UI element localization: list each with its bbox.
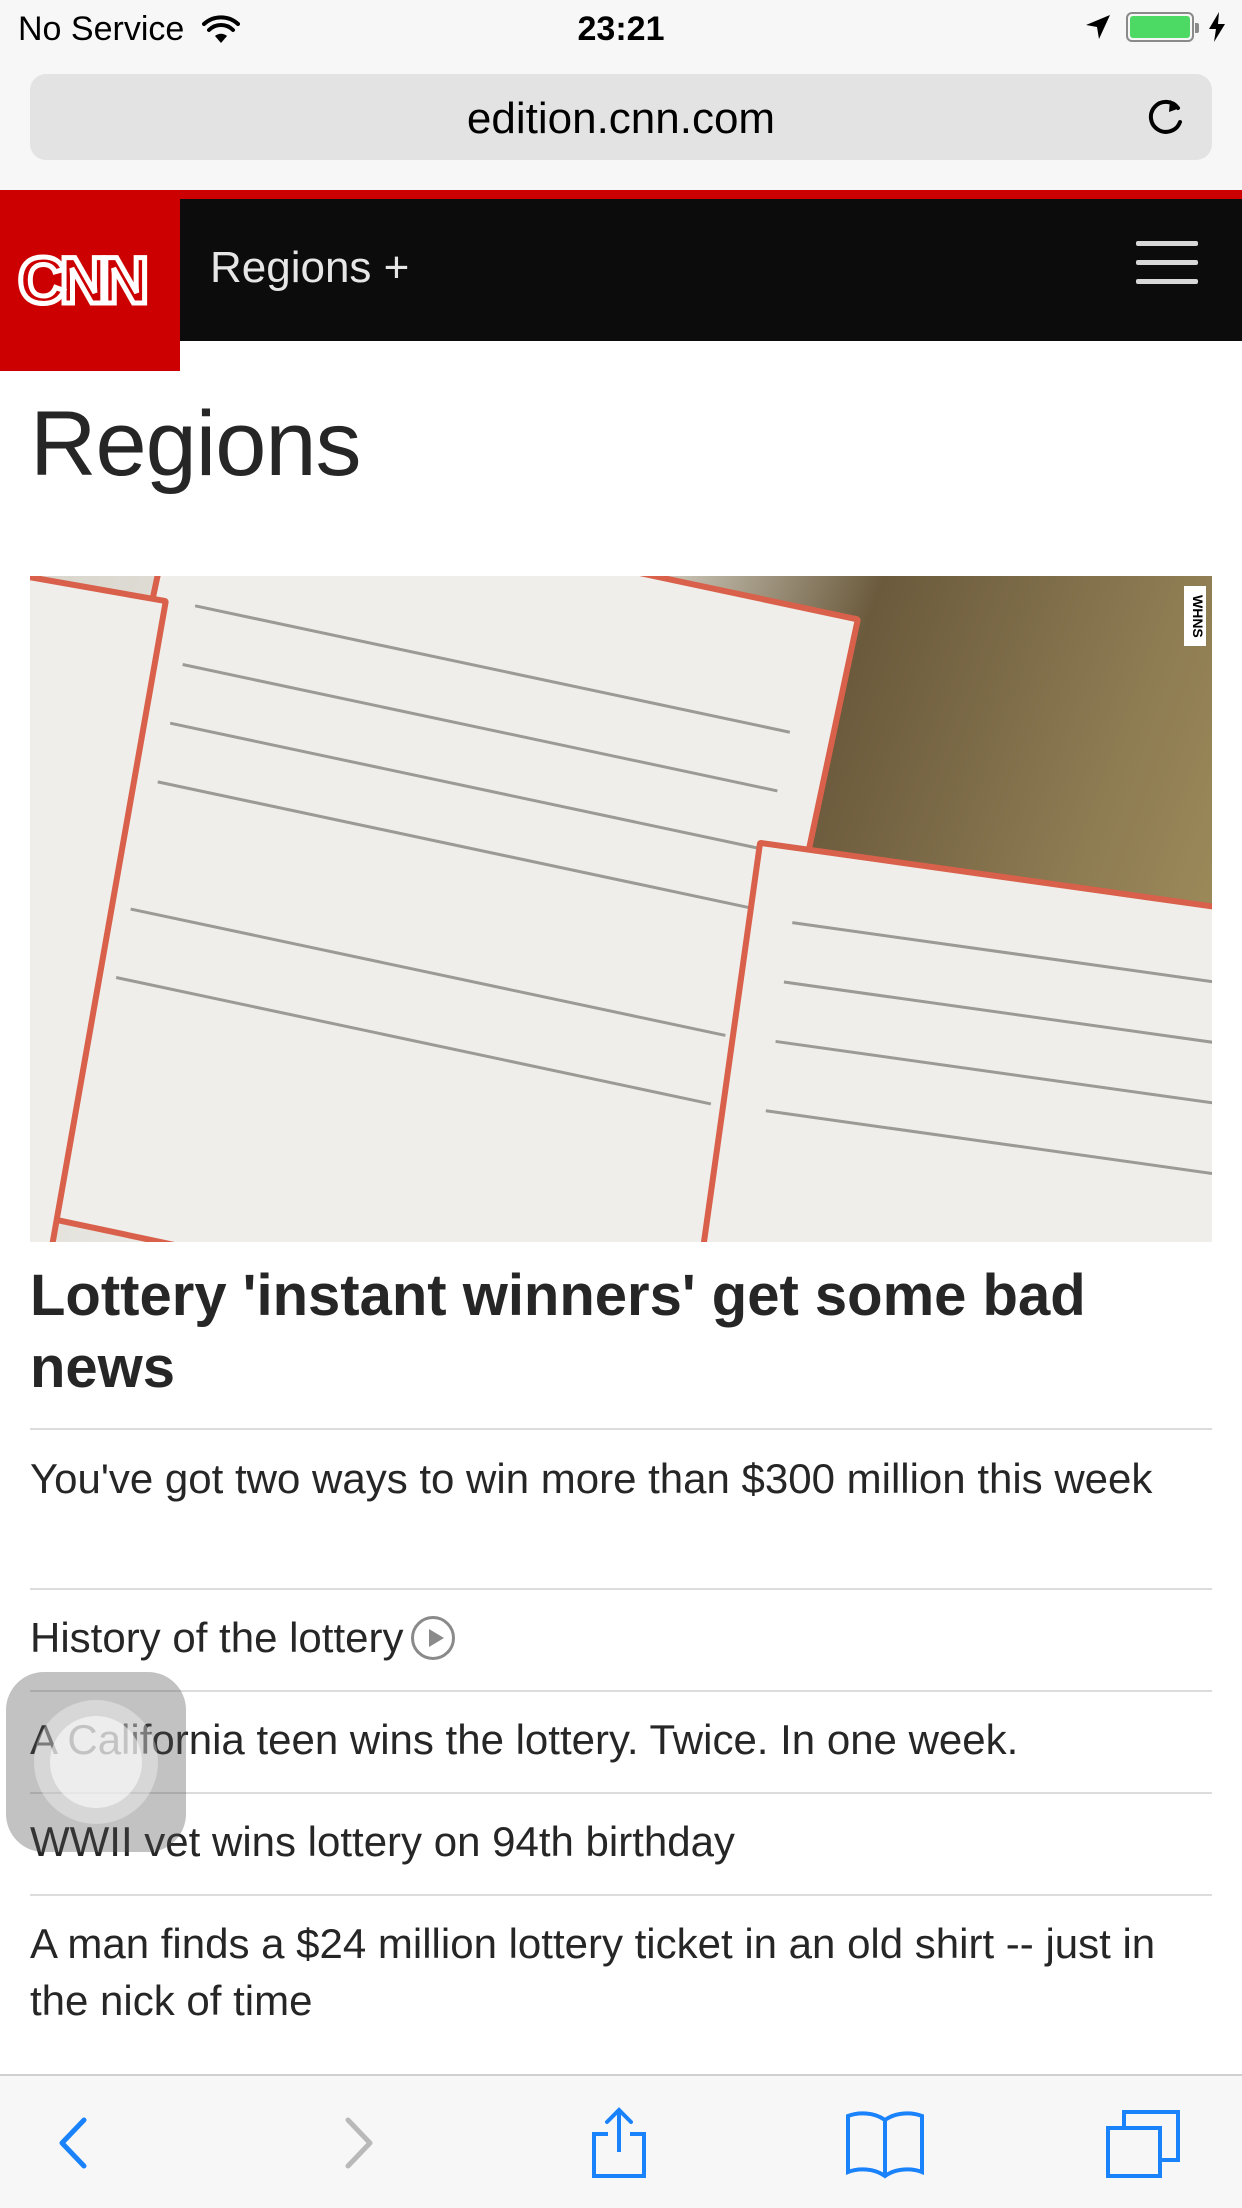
- ticket-text-line: [194, 604, 791, 734]
- svg-text:CNN: CNN: [18, 243, 145, 317]
- ticket-text-line: [169, 721, 766, 852]
- address-bar[interactable]: edition.cnn.com: [30, 74, 1212, 160]
- headline[interactable]: Lottery 'instant winners' get some bad n…: [30, 1260, 1212, 1404]
- list-item[interactable]: History of the lottery: [30, 1609, 1212, 1666]
- site-nav-bar: Regions +: [0, 199, 1242, 341]
- link-label[interactable]: A man finds a $24 million lottery ticket…: [30, 1920, 1155, 2024]
- status-bar: No Service 23:21: [0, 0, 1242, 62]
- list-item[interactable]: WWII vet wins lottery on 94th birthday: [30, 1813, 1212, 1870]
- lottery-ticket-image: [687, 839, 1212, 1242]
- ticket-text-line: [130, 907, 726, 1037]
- video-play-icon: [411, 1615, 456, 1660]
- status-right: [1084, 12, 1226, 42]
- reload-icon[interactable]: [1140, 92, 1190, 142]
- assistive-touch-button[interactable]: [6, 1672, 186, 1852]
- divider: [30, 1588, 1212, 1590]
- divider: [30, 1690, 1212, 1692]
- ticket-text-line: [765, 1109, 1212, 1178]
- share-icon[interactable]: [584, 2106, 654, 2180]
- hero-image-lottery-tickets[interactable]: WHNS: [30, 576, 1212, 1242]
- location-arrow-icon: [1086, 15, 1110, 39]
- tabs-icon[interactable]: [1104, 2106, 1184, 2180]
- cnn-logo[interactable]: CNN: [0, 193, 180, 371]
- ticket-text-line: [115, 976, 712, 1106]
- page-title: Regions: [30, 393, 362, 495]
- list-item[interactable]: You've got two ways to win more than $30…: [30, 1450, 1212, 1507]
- ticket-text-line: [182, 663, 778, 793]
- ticket-text-line: [157, 780, 753, 910]
- link-label[interactable]: You've got two ways to win more than $30…: [30, 1455, 1152, 1502]
- browser-address-area: edition.cnn.com: [0, 62, 1242, 190]
- cnn-logo-mark: CNN: [16, 241, 154, 320]
- url-text[interactable]: edition.cnn.com: [30, 94, 1212, 144]
- divider: [30, 1894, 1212, 1896]
- ticket-text-line: [792, 921, 1212, 990]
- list-item[interactable]: A man finds a $24 million lottery ticket…: [30, 1915, 1212, 2029]
- browser-toolbar: [0, 2074, 1242, 2208]
- hamburger-line: [1136, 279, 1198, 284]
- bookmarks-icon[interactable]: [844, 2106, 926, 2180]
- back-icon[interactable]: [44, 2106, 114, 2180]
- link-label[interactable]: History of the lottery: [30, 1614, 403, 1661]
- assistive-touch-center: [50, 1716, 142, 1808]
- hamburger-line: [1136, 260, 1198, 265]
- ticket-text-line: [775, 1039, 1212, 1109]
- image-credit: WHNS: [1184, 586, 1206, 646]
- hamburger-line: [1136, 241, 1198, 246]
- hamburger-menu-icon[interactable]: [1136, 241, 1198, 289]
- list-item[interactable]: A California teen wins the lottery. Twic…: [30, 1711, 1212, 1768]
- divider: [30, 1792, 1212, 1794]
- battery-fill: [1130, 16, 1190, 38]
- charging-bolt-icon: [1209, 12, 1225, 42]
- regions-menu-toggle[interactable]: Regions +: [210, 243, 409, 293]
- divider: [30, 1428, 1212, 1430]
- forward-icon[interactable]: [318, 2106, 388, 2180]
- header-accent-line: [0, 190, 1242, 199]
- battery-icon: [1126, 12, 1199, 42]
- status-time: 23:21: [577, 10, 665, 48]
- ticket-text-line: [783, 980, 1212, 1049]
